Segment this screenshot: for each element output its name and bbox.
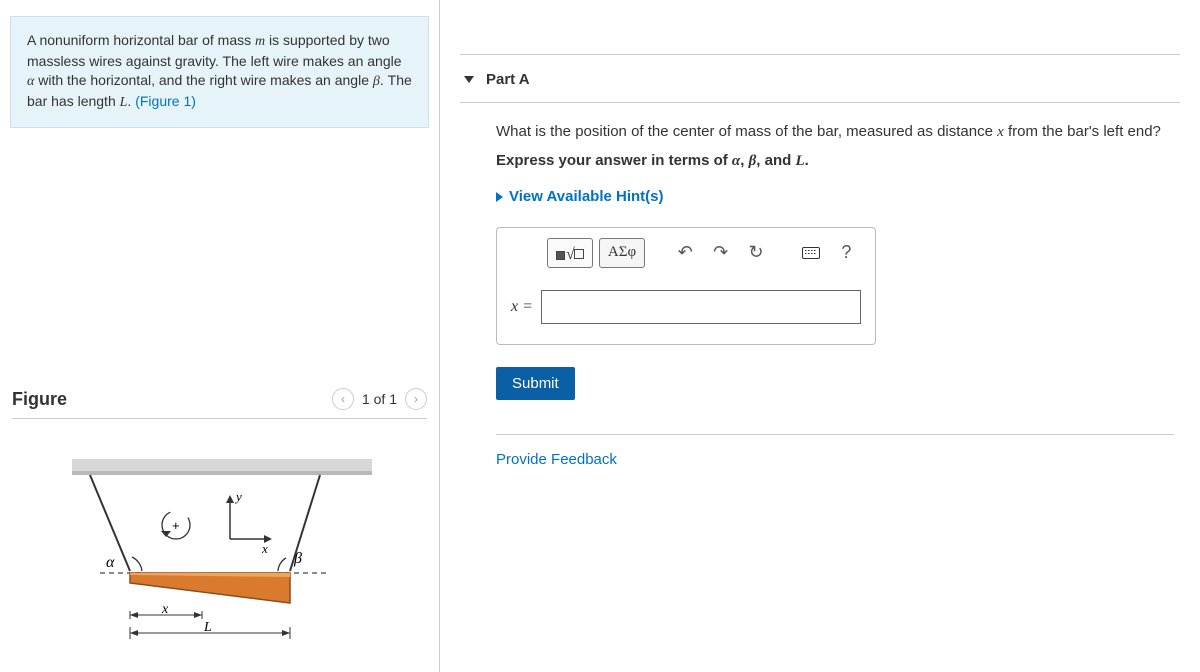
figure-diagram: α β y x +: [12, 459, 427, 652]
keyboard-icon: [802, 247, 820, 259]
greek-symbols-button[interactable]: ΑΣφ: [599, 238, 645, 268]
label-beta: β: [293, 550, 302, 567]
templates-icon: √: [556, 243, 584, 263]
part-a-question: What is the position of the center of ma…: [496, 121, 1174, 144]
var-x: x: [997, 124, 1004, 140]
var-beta: β: [373, 74, 380, 89]
problem-text: A nonuniform horizontal bar of mass: [27, 32, 255, 48]
reset-button[interactable]: ↻: [741, 238, 770, 268]
answer-input[interactable]: [541, 290, 861, 324]
problem-statement: A nonuniform horizontal bar of mass m is…: [10, 16, 429, 128]
label-x-axis: x: [261, 541, 268, 556]
provide-feedback-link[interactable]: Provide Feedback: [496, 451, 617, 468]
templates-button[interactable]: √: [547, 238, 593, 268]
figure-next-button[interactable]: ›: [405, 388, 427, 410]
part-a-header[interactable]: Part A: [460, 55, 1180, 103]
label-L-dim: L: [203, 620, 212, 635]
figure-nav-label: 1 of 1: [362, 391, 397, 407]
label-y-axis: y: [234, 489, 242, 504]
redo-button[interactable]: ↷: [706, 238, 735, 268]
caret-right-icon: [496, 192, 503, 202]
equation-label: x =: [511, 295, 533, 319]
label-x-dim: x: [161, 602, 169, 617]
submit-button[interactable]: Submit: [496, 367, 575, 400]
help-button[interactable]: ?: [832, 238, 861, 268]
part-a-instruction: Express your answer in terms of α, β, an…: [496, 150, 1174, 173]
caret-down-icon: [464, 76, 474, 83]
figure-title: Figure: [12, 389, 67, 410]
answer-box: √ ΑΣφ ↶ ↷ ↻: [496, 227, 876, 345]
var-m: m: [255, 34, 265, 49]
part-a-title: Part A: [486, 71, 530, 88]
view-hints-toggle[interactable]: View Available Hint(s): [496, 188, 664, 205]
figure-link[interactable]: (Figure 1): [135, 93, 196, 109]
undo-icon: ↶: [678, 239, 693, 266]
figure-prev-button[interactable]: ‹: [332, 388, 354, 410]
label-alpha: α: [106, 554, 115, 571]
redo-icon: ↷: [713, 239, 728, 266]
reset-icon: ↻: [748, 239, 763, 266]
keyboard-button[interactable]: [796, 238, 825, 268]
undo-button[interactable]: ↶: [671, 238, 700, 268]
label-plus: +: [172, 518, 180, 533]
